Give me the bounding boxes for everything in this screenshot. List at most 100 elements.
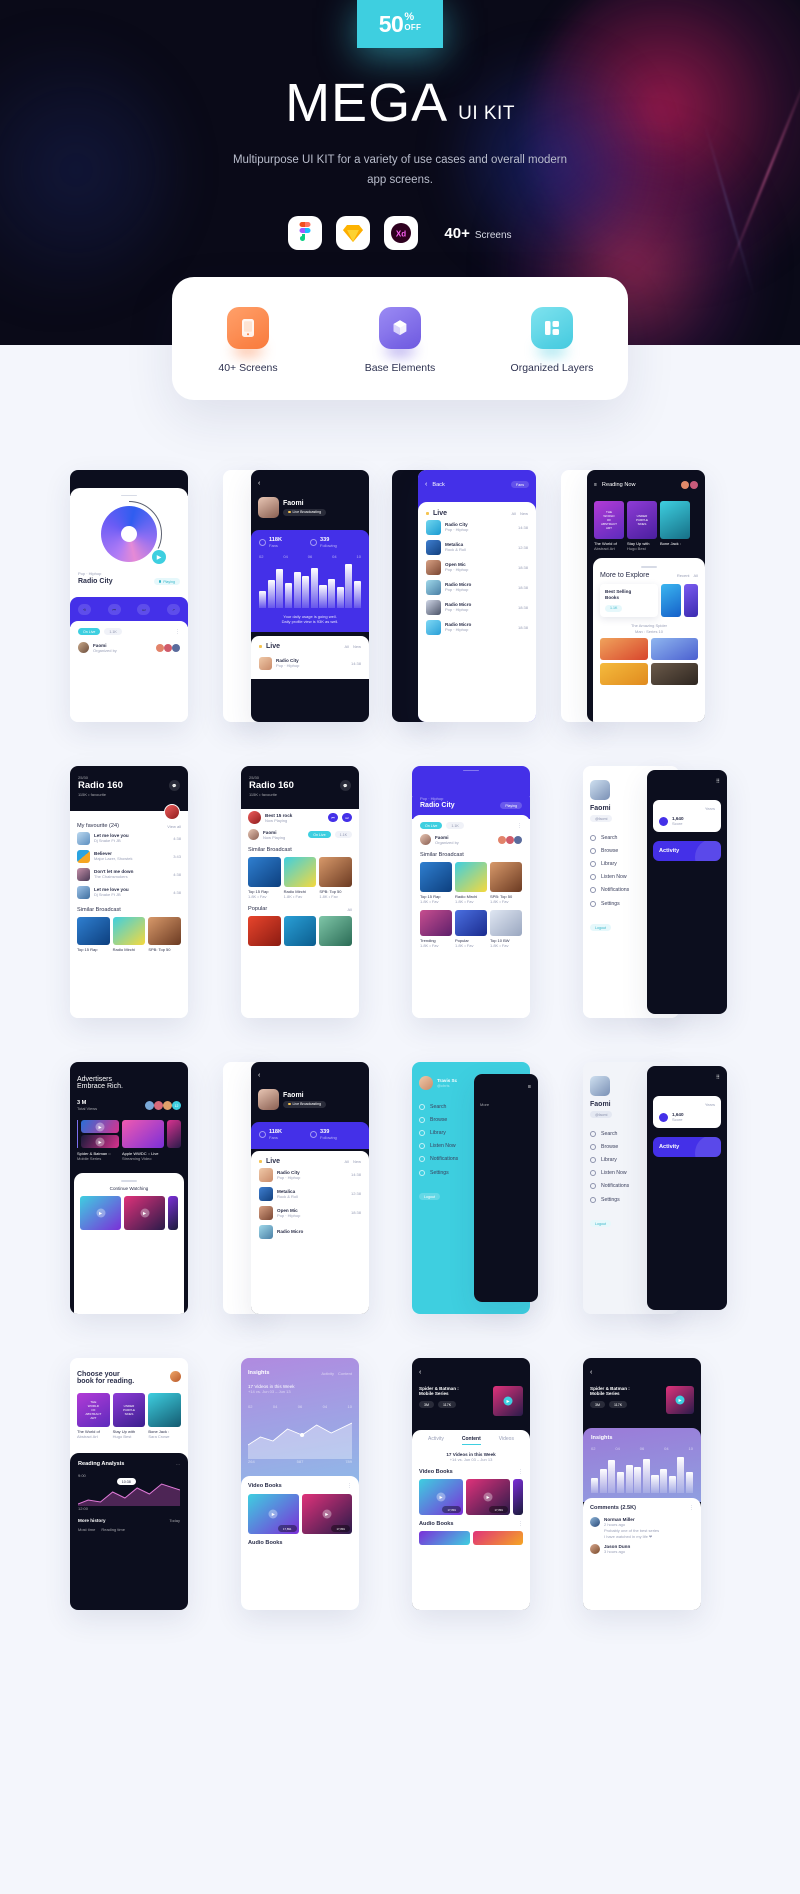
screen-reading-now[interactable]: ≡ Reading Now THE WORLD OF ABSTRACT ART The … — [561, 470, 730, 722]
avatar-more[interactable]: 12 — [172, 1101, 181, 1110]
video-thumb[interactable]: ▶ — [81, 1120, 119, 1133]
list-item[interactable]: Metalica Rock & Roll 12:38 — [259, 1184, 361, 1203]
sketch-icon[interactable] — [336, 216, 371, 251]
similar-thumb[interactable] — [112, 917, 146, 945]
back-icon[interactable]: ‹ — [258, 480, 362, 487]
filter-all[interactable]: All — [345, 1159, 349, 1164]
prev-icon[interactable]: ⏮ — [107, 604, 121, 615]
tab-content[interactable]: Content — [338, 1371, 352, 1376]
popular-thumb[interactable] — [455, 910, 487, 936]
filter-new[interactable]: New — [353, 1159, 361, 1164]
back-icon[interactable]: ‹ — [425, 481, 427, 488]
explore-all[interactable]: All — [694, 573, 698, 578]
filter-all[interactable]: All — [345, 644, 349, 649]
list-item[interactable]: Open Mic Pop · Hiphop 18:38 — [259, 1203, 361, 1222]
book-cover[interactable] — [650, 663, 698, 686]
video-thumb[interactable] — [513, 1479, 523, 1515]
audio-thumb[interactable] — [419, 1531, 470, 1545]
screen-profile-live[interactable]: ‹ Faomi Live Broadcasting 118K Fans 339 … — [223, 1062, 388, 1314]
video-thumb[interactable]: ▶ — [81, 1135, 119, 1148]
book-cover[interactable]: UNDER PURPLE SKIES — [112, 1393, 146, 1427]
list-item[interactable]: Radio Micro — [259, 1222, 361, 1241]
book-cover[interactable] — [684, 584, 698, 617]
similar-thumb[interactable] — [283, 857, 317, 887]
next-icon[interactable]: ⏭ — [137, 604, 151, 615]
repeat-icon[interactable]: ⟲ — [78, 604, 91, 615]
popular-thumb[interactable] — [319, 916, 353, 946]
figma-icon[interactable] — [288, 216, 323, 251]
list-item[interactable]: Radio Micro Pop · Hiphop 18:38 — [426, 577, 528, 597]
similar-thumb[interactable] — [455, 862, 487, 892]
popular-thumb[interactable] — [490, 910, 522, 936]
audio-thumb[interactable] — [472, 1531, 523, 1545]
book-cover[interactable]: UNDER PURPLE SKIES — [627, 501, 657, 539]
list-item[interactable]: Believer Major Lazer, Showtek 3:43 — [77, 847, 181, 865]
adobe-xd-icon[interactable]: Xd — [384, 216, 419, 251]
similar-thumb[interactable] — [248, 857, 281, 887]
more-icon[interactable]: ⋮ — [517, 823, 522, 829]
prev-icon[interactable]: ⏮ — [328, 813, 338, 822]
logout-button[interactable]: Logout — [590, 1220, 611, 1228]
grid-icon[interactable]: ⠿ — [716, 779, 720, 785]
chat-icon[interactable]: 💬 — [340, 780, 351, 791]
filter-all[interactable]: All — [512, 511, 516, 516]
popular-all[interactable]: All — [348, 907, 352, 912]
book-cover[interactable]: THE WORLD OF ABSTRACT ART — [594, 501, 624, 539]
list-item[interactable]: Radio City Pop · Hiphop 14:38 — [426, 517, 528, 537]
more-icon[interactable]: ⋮ — [518, 1521, 523, 1527]
list-item[interactable]: Radio City Pop · Hiphop 14:38 — [259, 1165, 361, 1184]
screen-insights[interactable]: Insights Activity Content 17 Videos in t… — [241, 1358, 388, 1610]
book-cover[interactable] — [600, 663, 648, 686]
list-item[interactable]: Radio Micro Pop · Hiphop 18:38 — [426, 617, 528, 637]
screen-radio160-popular[interactable]: 25/30 Radio 160 💬 115K • favourite Best … — [241, 766, 388, 1018]
back-icon[interactable]: ‹ — [590, 1369, 694, 1376]
video-thumb[interactable] — [168, 1196, 178, 1230]
screen-content-detail[interactable]: ‹ Spider & Batman : Mobile Series 3M 117… — [412, 1358, 559, 1610]
similar-thumb[interactable] — [490, 862, 522, 892]
book-cover[interactable] — [148, 1393, 182, 1427]
hero-video-thumb[interactable]: ▶ — [493, 1386, 523, 1416]
video-thumb[interactable]: ▶ — [124, 1196, 165, 1230]
tab-videos[interactable]: Videos — [499, 1436, 514, 1442]
more-icon[interactable]: ⋮ — [175, 629, 180, 635]
list-item[interactable]: Radio Micro Pop · Hiphop 18:38 — [426, 597, 528, 617]
list-item[interactable]: Let me love you Dj Snake Ft JB 4:38 — [77, 829, 181, 847]
back-icon[interactable]: ‹ — [419, 1369, 523, 1376]
video-thumb[interactable]: ▶ — [80, 1196, 121, 1230]
grid-icon[interactable]: ⠿ — [716, 1075, 720, 1081]
screen-advertisers[interactable]: Advertisers Embrace Rich. 3 M Total View… — [70, 1062, 217, 1314]
video-thumb[interactable]: ▶ 17,891 — [301, 1494, 352, 1534]
popular-thumb[interactable] — [248, 916, 281, 946]
video-thumb[interactable]: ▶ 17,891 — [248, 1494, 299, 1534]
book-cover[interactable]: THE WORLD OF ABSTRACT ART — [77, 1393, 110, 1427]
logout-button[interactable]: Logout — [419, 1193, 440, 1201]
screen-menu-light[interactable]: Faomi @faomi Search Browse Library Liste… — [583, 766, 730, 1018]
hamburger-icon[interactable]: ≡ — [594, 482, 597, 488]
hero-video-thumb[interactable]: ▶ — [666, 1386, 694, 1414]
book-cover[interactable] — [660, 501, 690, 539]
filter-new[interactable]: New — [520, 511, 528, 516]
book-cover[interactable] — [650, 638, 698, 661]
screen-menu-teal[interactable]: Travis Sc @chris Search Browse Library L… — [412, 1062, 559, 1314]
screen-profile-stats[interactable]: ‹ Faomi Live Broadcasting 118K Fans 339 … — [223, 470, 388, 722]
popular-thumb[interactable] — [420, 910, 452, 936]
list-item[interactable]: Don't let me down The Chainsmokers 4:38 — [77, 865, 181, 883]
screen-menu-light-2[interactable]: Faomi @faomi Search Browse Library Liste… — [583, 1062, 730, 1314]
screen-music-player[interactable]: ▶ Pop · Hiphop Radio City Playing ⟲ ⏮ ⏭ … — [70, 470, 217, 722]
more-icon[interactable]: ⋮ — [689, 1505, 694, 1511]
list-item[interactable]: Let me love you Dj Snake Ft JB 4:38 — [77, 883, 181, 901]
list-item[interactable]: Metalica Rock & Roll 12:38 — [426, 537, 528, 557]
screen-radio160[interactable]: 25/30 Radio 160 💬 115K • favourite My fa… — [70, 766, 217, 1018]
similar-thumb[interactable] — [77, 917, 110, 945]
more-icon[interactable]: ⋯ — [176, 1462, 180, 1467]
video-thumb[interactable]: ▶ 17,891 — [466, 1479, 510, 1515]
now-playing-avatar[interactable] — [248, 811, 261, 824]
tab-activity[interactable]: Activity — [321, 1371, 334, 1376]
now-playing-avatar[interactable] — [164, 804, 180, 820]
filter-new[interactable]: New — [353, 644, 361, 649]
book-cover[interactable] — [661, 584, 681, 617]
list-item[interactable]: Open Mic Pop · Hiphop 18:38 — [426, 557, 528, 577]
back-icon[interactable]: ‹ — [258, 1072, 362, 1079]
video-thumb[interactable] — [122, 1120, 164, 1148]
explore-recent[interactable]: Recent — [677, 573, 690, 578]
